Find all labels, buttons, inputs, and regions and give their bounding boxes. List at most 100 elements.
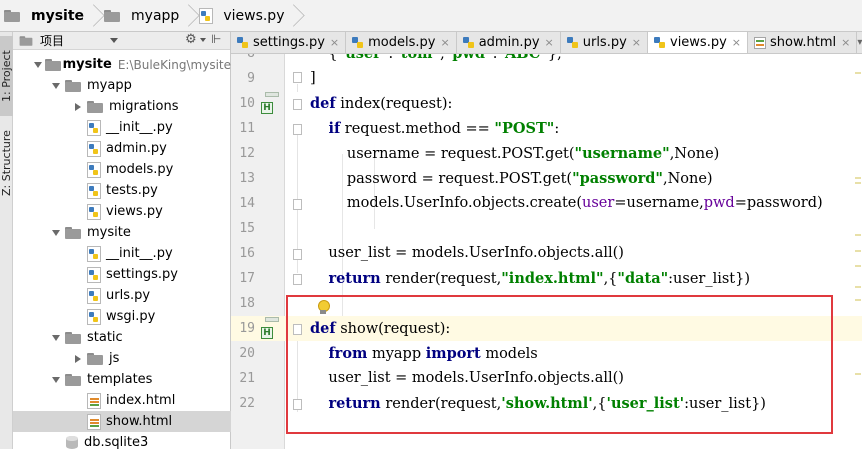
chevron-right-icon[interactable] [73, 354, 83, 364]
tree-item-index-html[interactable]: index.html [13, 390, 231, 411]
chevron-down-icon[interactable] [51, 375, 61, 385]
python-file-icon [87, 308, 101, 325]
tab-urls-py[interactable]: urls.py × [561, 32, 648, 53]
line-number: 13 [239, 171, 255, 186]
line-number: 10 [239, 96, 255, 111]
close-icon[interactable]: × [330, 36, 339, 49]
code-text: def index(request): [310, 95, 453, 112]
tree-item-mysite[interactable]: mysite E:\BuleKing\mysite [13, 54, 231, 75]
code-line[interactable]: 16 user_list = models.UserInfo.objects.a… [231, 241, 862, 266]
tree-item-db-sqlite3[interactable]: db.sqlite3 [13, 432, 231, 449]
tree-item-label: templates [87, 372, 153, 387]
tab-views-py[interactable]: views.py × [648, 32, 749, 53]
tree-item-show-html[interactable]: show.html [13, 411, 231, 432]
project-tool-tab[interactable]: 1: Project [0, 36, 13, 116]
python-file-icon [87, 119, 101, 136]
code-line[interactable]: 10 def index(request): [231, 91, 862, 116]
tab-show-html[interactable]: show.html × [748, 32, 858, 53]
line-number: 18 [239, 296, 255, 311]
chevron-down-icon[interactable] [110, 38, 118, 43]
code-line[interactable]: 13 password = request.POST.get("password… [231, 166, 862, 191]
tree-item-settings-py[interactable]: settings.py [13, 264, 231, 285]
chevron-down-icon[interactable] [51, 228, 61, 238]
line-number: 22 [239, 396, 255, 411]
code-text: username = request.POST.get("username",N… [310, 145, 720, 162]
tree-item--init-py[interactable]: __init__.py [13, 117, 231, 138]
tab-models-py[interactable]: models.py × [346, 32, 457, 53]
tree-item-static[interactable]: static [13, 327, 231, 348]
python-file-icon [352, 36, 364, 49]
left-tool-strip: 1: Project Z: Structure [0, 32, 13, 449]
structure-tool-tab[interactable]: Z: Structure [0, 120, 13, 206]
tree-item-label: index.html [106, 393, 176, 408]
close-icon[interactable]: × [440, 36, 449, 49]
chevron-down-icon[interactable] [51, 333, 61, 343]
tree-item-urls-py[interactable]: urls.py [13, 285, 231, 306]
folder-icon [104, 9, 121, 22]
folder-icon [65, 79, 81, 92]
chevron-down-icon[interactable]: ▾ [857, 32, 862, 53]
tree-item-models-py[interactable]: models.py [13, 159, 231, 180]
fold-marker[interactable] [293, 99, 302, 110]
close-icon[interactable]: × [841, 36, 850, 49]
tree-item-js[interactable]: js [13, 348, 231, 369]
breadcrumb-item-views-py[interactable]: views.py [195, 0, 300, 32]
fold-marker[interactable] [293, 199, 302, 210]
code-line[interactable]: 11 if request.method == "POST": [231, 116, 862, 141]
tree-item-label: static [87, 330, 123, 345]
code-text: password = request.POST.get("password",N… [310, 170, 713, 187]
breadcrumb-item-myapp[interactable]: myapp [100, 0, 195, 32]
tree-item-views-py[interactable]: views.py [13, 201, 231, 222]
close-icon[interactable]: × [732, 36, 741, 49]
scrollbar-marks[interactable] [854, 54, 862, 449]
chevron-right-icon[interactable] [73, 102, 83, 112]
project-panel: 项目 ⚙ ⊩ mysite E:\BuleKing\mysite myapp migr… [13, 32, 231, 449]
tree-item--init-py[interactable]: __init__.py [13, 243, 231, 264]
navigate-to-html-icon[interactable]: H [261, 92, 279, 114]
tree-item-templates[interactable]: templates [13, 369, 231, 390]
navigation-bar: mysite myapp views.py [0, 0, 862, 32]
folder-icon [65, 226, 81, 239]
tree-item-admin-py[interactable]: admin.py [13, 138, 231, 159]
line-number: 9 [247, 71, 255, 86]
tree-item-label: views.py [106, 204, 163, 219]
tree-item-mysite[interactable]: mysite [13, 222, 231, 243]
code-line[interactable]: 14 models.UserInfo.objects.create(user=u… [231, 191, 862, 216]
fold-marker[interactable] [293, 249, 302, 260]
tree-item-migrations[interactable]: migrations [13, 96, 231, 117]
code-line[interactable]: 17 return render(request,"index.html",{"… [231, 266, 862, 291]
tree-item-myapp[interactable]: myapp [13, 75, 231, 96]
tab-admin-py[interactable]: admin.py × [457, 32, 561, 53]
hide-icon[interactable]: ⊩ [211, 32, 221, 46]
tree-item-wsgi-py[interactable]: wsgi.py [13, 306, 231, 327]
line-number: 14 [239, 196, 255, 211]
breadcrumb-item-mysite[interactable]: mysite [0, 0, 100, 32]
line-number: 15 [239, 221, 255, 236]
fold-marker[interactable] [293, 124, 302, 135]
html-file-icon [87, 392, 101, 409]
code-line[interactable]: 15 [231, 216, 862, 241]
close-icon[interactable]: × [632, 36, 641, 49]
python-file-icon [87, 287, 101, 304]
tree-item-label: mysite [87, 225, 131, 240]
breadcrumb-label: views.py [223, 7, 285, 24]
fold-marker[interactable] [293, 274, 302, 285]
gear-icon[interactable]: ⚙ [185, 32, 197, 47]
tree-item-tests-py[interactable]: tests.py [13, 180, 231, 201]
chevron-down-icon[interactable] [200, 38, 206, 42]
close-icon[interactable]: × [545, 36, 554, 49]
code-line[interactable]: 9] [231, 66, 862, 91]
project-panel-title[interactable]: 项目 [40, 32, 64, 49]
tab-label: models.py [368, 35, 436, 50]
chevron-down-icon[interactable] [51, 81, 61, 91]
project-tree: mysite E:\BuleKing\mysite myapp migrations _… [13, 54, 231, 449]
tab-settings-py[interactable]: settings.py × [231, 32, 347, 53]
python-file-icon [462, 36, 475, 49]
code-text: models.UserInfo.objects.create(user=user… [310, 195, 823, 211]
python-file-icon [199, 7, 214, 24]
code-line[interactable]: 12 username = request.POST.get("username… [231, 141, 862, 166]
fold-marker[interactable] [293, 72, 302, 83]
chevron-down-icon[interactable] [33, 60, 42, 70]
code-line[interactable]: 8 {"user":"tom","pwd":"ABC"}, [231, 54, 862, 66]
navigate-to-html-icon[interactable]: H [261, 317, 279, 339]
